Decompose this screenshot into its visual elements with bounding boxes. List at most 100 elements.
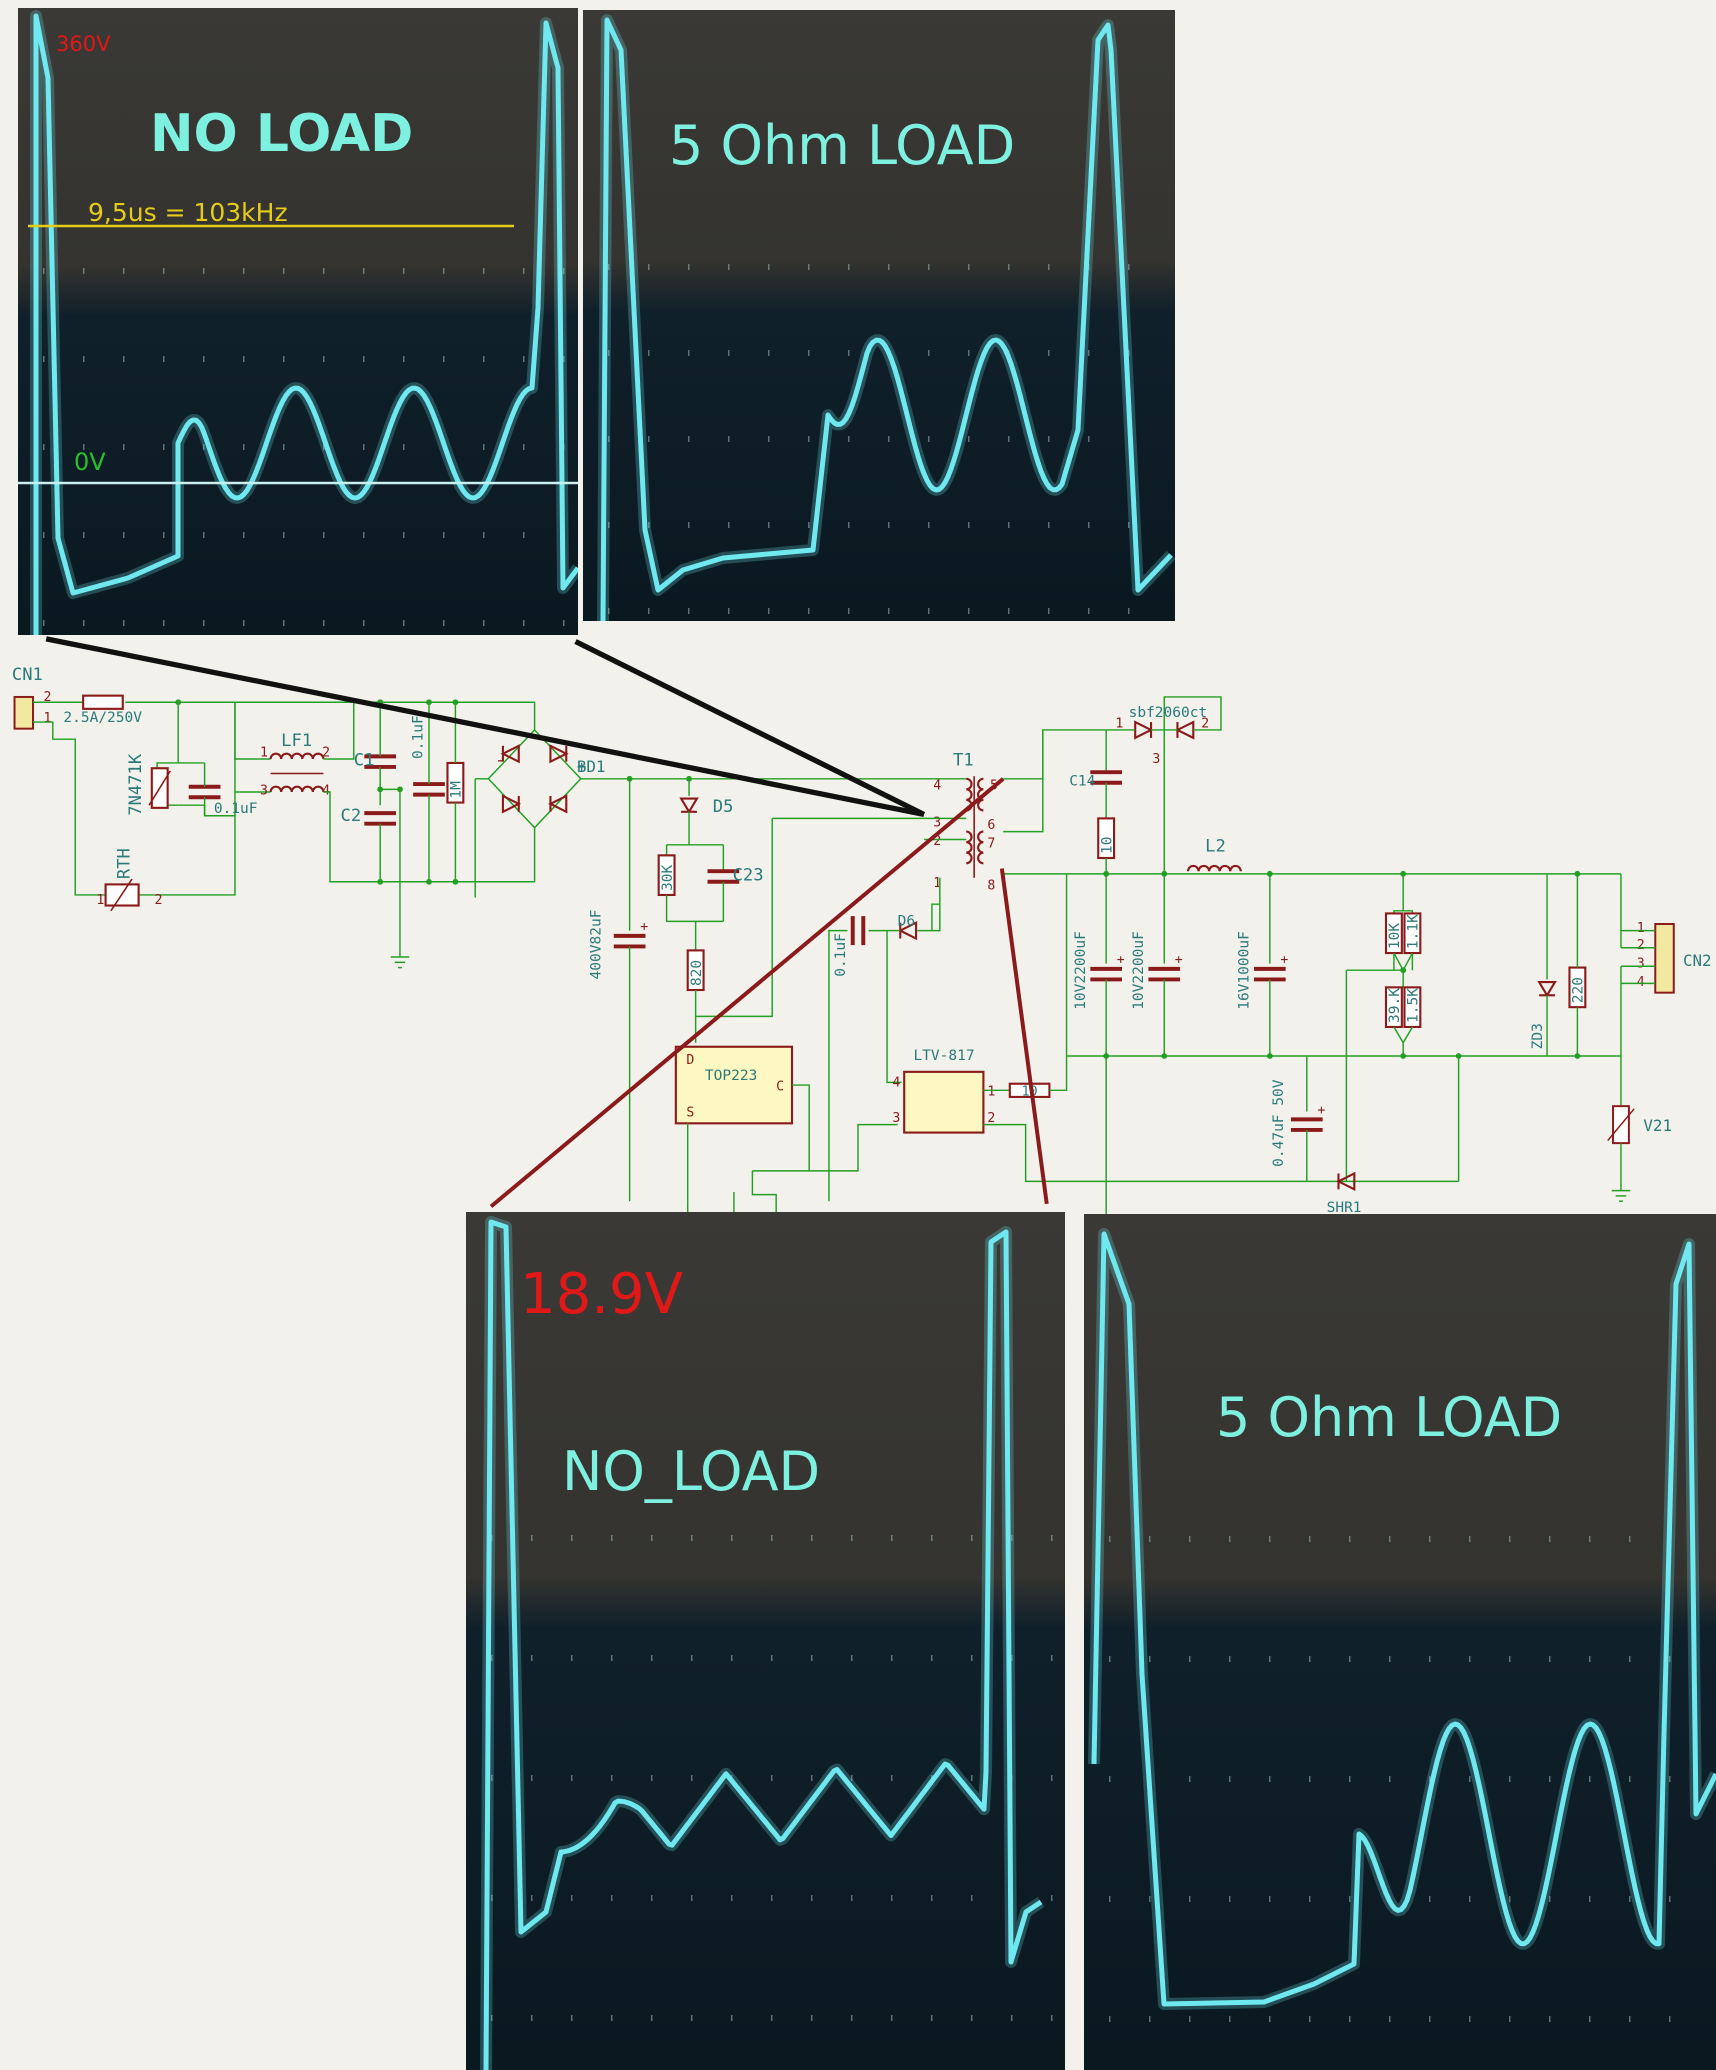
graticule-tick <box>651 1535 653 1541</box>
scope-screen <box>18 10 578 635</box>
graticule-tick <box>1589 1776 1591 1782</box>
graticule-tick <box>1629 1776 1631 1782</box>
graticule-tick <box>1549 2016 1551 2022</box>
resistor-1k1-label: 1.1K <box>1406 914 1422 949</box>
pin-number: 2 <box>1201 716 1209 731</box>
resistor-10k-label: 10K <box>1387 923 1403 949</box>
graticule-tick <box>563 620 565 626</box>
graticule-tick <box>808 608 810 614</box>
graticule-tick <box>1429 1896 1431 1902</box>
graticule-tick <box>283 532 285 538</box>
graticule-tick <box>403 356 405 362</box>
pin-number: 7 <box>987 836 995 851</box>
graticule-tick <box>891 1535 893 1541</box>
cap-out2-polarity: + <box>1175 953 1183 968</box>
graticule-tick <box>243 620 245 626</box>
graticule-tick <box>1349 2016 1351 2022</box>
graticule-tick <box>1309 1896 1311 1902</box>
t1-label: T1 <box>953 751 974 771</box>
graticule-tick <box>1309 1656 1311 1662</box>
graticule-tick <box>968 350 970 356</box>
graticule-tick <box>1349 1776 1351 1782</box>
pin-number: 2 <box>154 893 162 908</box>
d6-label: D6 <box>898 913 915 929</box>
graticule-tick <box>811 1775 813 1781</box>
graticule-tick <box>968 522 970 528</box>
graticule-tick <box>1509 1656 1511 1662</box>
graticule-tick <box>403 620 405 626</box>
cn2-label: CN2 <box>1683 951 1712 970</box>
resistor-1k5-label: 1.5K <box>1406 988 1422 1023</box>
pin-number: 2 <box>322 745 330 760</box>
graticule-tick <box>243 268 245 274</box>
resistor-10-opto-label: 10 <box>1022 1085 1038 1100</box>
graticule-tick <box>83 620 85 626</box>
graticule-tick <box>1549 1656 1551 1662</box>
graticule-tick <box>363 444 365 450</box>
resistor-bleed-label: 1M <box>449 781 465 799</box>
graticule-tick <box>1269 1896 1271 1902</box>
graticule-tick <box>243 532 245 538</box>
graticule-tick <box>931 1535 933 1541</box>
graticule-tick <box>1549 1536 1551 1542</box>
graticule-tick <box>688 608 690 614</box>
graticule-tick <box>323 268 325 274</box>
waveform-trace-glow <box>1088 1228 1716 2010</box>
graticule-tick <box>1389 2016 1391 2022</box>
graticule-tick <box>123 356 125 362</box>
graticule-tick <box>971 1535 973 1541</box>
graticule-tick <box>1469 1656 1471 1662</box>
graticule-tick <box>768 436 770 442</box>
graticule-tick <box>1629 2016 1631 2022</box>
graticule-tick <box>1589 1536 1591 1542</box>
graticule-tick <box>968 436 970 442</box>
ltv-label: LTV-817 <box>913 1048 974 1064</box>
varistor-label: 7N471K <box>126 753 146 816</box>
lf1-coil-top <box>269 752 325 760</box>
graticule-tick <box>1189 1896 1191 1902</box>
graticule-tick <box>888 608 890 614</box>
graticule-tick <box>1109 1536 1111 1542</box>
graticule-tick <box>611 1895 613 1901</box>
graticule-tick <box>1509 1536 1511 1542</box>
wire <box>1393 970 1404 989</box>
junction-dot <box>452 878 459 885</box>
scope-title: NO LOAD <box>150 104 414 164</box>
zener-zd3 <box>1537 981 1557 998</box>
graticule-tick <box>1389 1656 1391 1662</box>
graticule-tick <box>611 1655 613 1661</box>
graticule-tick <box>443 620 445 626</box>
pin-number: 1 <box>987 1085 995 1100</box>
graticule-tick <box>1429 1536 1431 1542</box>
graticule-tick <box>1048 522 1050 528</box>
scope-primary-5ohm: 5 Ohm LOAD <box>583 10 1175 621</box>
graticule-tick <box>808 522 810 528</box>
graticule-tick <box>731 1655 733 1661</box>
wire <box>931 904 941 932</box>
graticule-tick <box>403 268 405 274</box>
diode-out-a <box>1134 720 1154 740</box>
l2-label: L2 <box>1205 836 1226 856</box>
d5-label: D5 <box>713 797 734 817</box>
graticule-tick <box>523 268 525 274</box>
graticule-tick <box>1269 1536 1271 1542</box>
graticule-tick <box>1149 2016 1151 2022</box>
graticule-tick <box>1128 264 1130 270</box>
graticule-tick <box>651 1775 653 1781</box>
graticule-tick <box>848 522 850 528</box>
graticule-tick <box>891 2015 893 2021</box>
zero-volt-label: 0V <box>74 448 106 476</box>
graticule-tick <box>323 620 325 626</box>
graticule-tick <box>971 1895 973 1901</box>
scope-secondary-5ohm: 5 Ohm LOAD <box>1084 1214 1716 2070</box>
graticule-tick <box>571 1655 573 1661</box>
graticule-tick <box>1629 1536 1631 1542</box>
graticule-tick <box>1189 1776 1191 1782</box>
graticule-tick <box>523 444 525 450</box>
graticule-tick <box>1309 1536 1311 1542</box>
pin-number: 1 <box>260 745 268 760</box>
graticule-tick <box>1269 1656 1271 1662</box>
graticule-tick <box>531 1535 533 1541</box>
graticule-tick <box>891 1655 893 1661</box>
graticule-tick <box>648 436 650 442</box>
